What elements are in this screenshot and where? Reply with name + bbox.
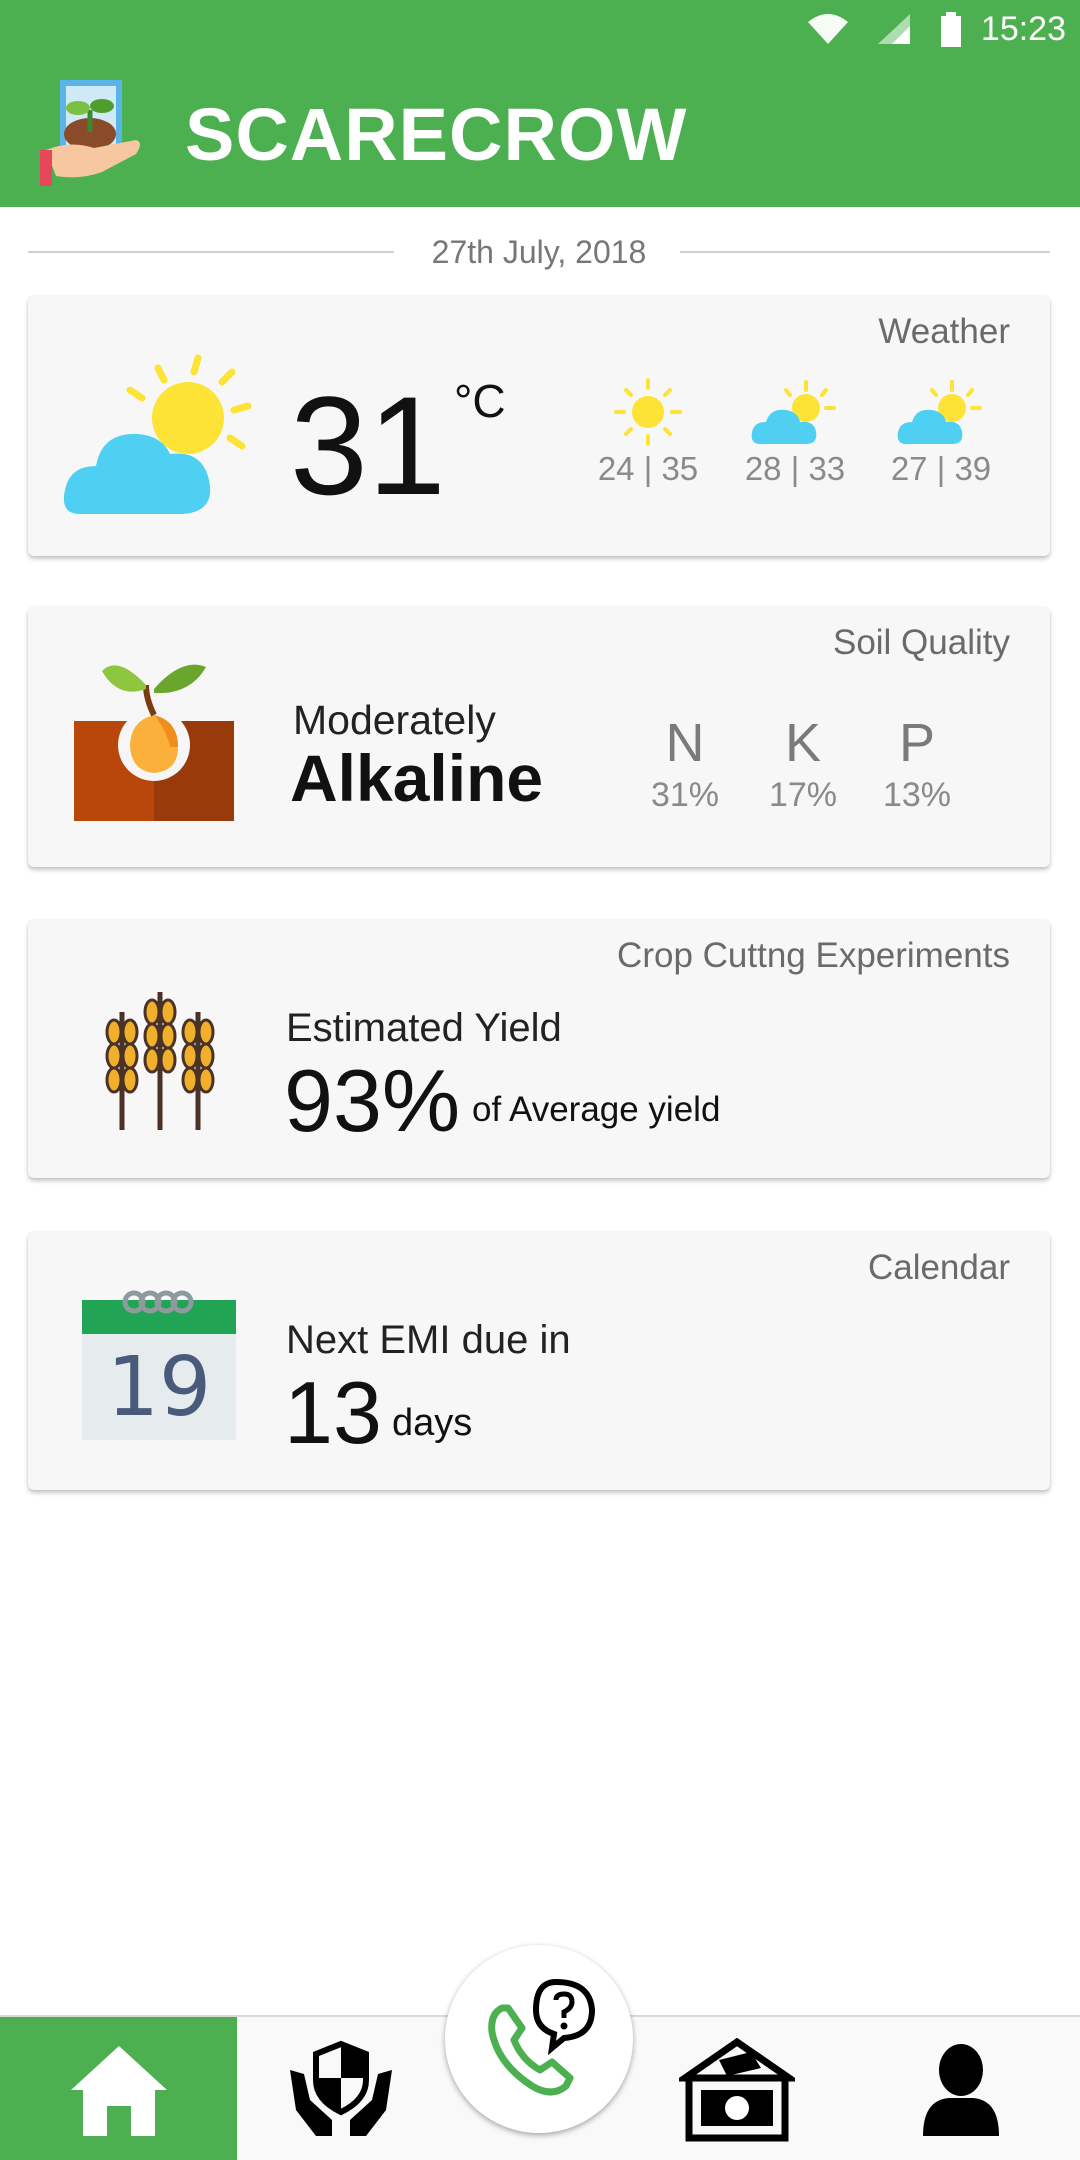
weather-cloud-sun-icon bbox=[63, 354, 252, 514]
calendar-card-title: Calendar bbox=[867, 1248, 1010, 1287]
battery-icon bbox=[941, 12, 961, 47]
sun-icon bbox=[614, 378, 682, 446]
app-title: SCARECROW bbox=[185, 93, 688, 176]
profile-icon bbox=[922, 2043, 999, 2136]
nutrient-k: K 17% bbox=[748, 712, 858, 815]
sprout-soil-icon bbox=[74, 664, 234, 821]
nav-profile[interactable] bbox=[841, 2017, 1080, 2160]
partly-cloudy-icon bbox=[897, 380, 982, 444]
wifi-icon bbox=[808, 14, 848, 44]
nav-insurance[interactable] bbox=[237, 2017, 445, 2160]
app-logo-icon bbox=[40, 80, 140, 186]
forecast-day-3[interactable]: 27 | 39 bbox=[876, 378, 1006, 488]
calendar-day-number: 19 bbox=[106, 1340, 212, 1435]
soil-type-value: Alkaline bbox=[290, 741, 544, 815]
nutrient-letter: K bbox=[784, 713, 822, 773]
app-bar: 15:23 SCARECROW bbox=[0, 0, 1080, 207]
next-emi-days-suffix: days bbox=[392, 1402, 473, 1444]
nutrient-letter: P bbox=[898, 713, 936, 773]
estimated-yield-label: Estimated Yield bbox=[286, 1006, 562, 1050]
estimated-yield-suffix: of Average yield bbox=[472, 1090, 721, 1129]
nav-home[interactable] bbox=[0, 2017, 237, 2160]
soil-quality-card[interactable]: Soil Quality Moderately Alkaline N 31% K… bbox=[28, 607, 1050, 867]
status-time: 15:23 bbox=[980, 10, 1066, 48]
nav-money[interactable] bbox=[633, 2017, 841, 2160]
partly-cloudy-icon bbox=[751, 380, 836, 444]
next-emi-label: Next EMI due in bbox=[286, 1318, 571, 1362]
date-label: 27th July, 2018 bbox=[431, 234, 647, 270]
crop-card-title: Crop Cuttng Experiments bbox=[617, 936, 1010, 975]
status-bar: 15:23 bbox=[0, 0, 1080, 63]
nutrient-p: P 13% bbox=[862, 712, 972, 815]
forecast-day-1[interactable]: 24 | 35 bbox=[583, 378, 713, 488]
money-icon bbox=[679, 2037, 795, 2141]
weather-card-title: Weather bbox=[878, 312, 1010, 351]
calendar-card[interactable]: Calendar 19 Next EMI due in 13 days bbox=[28, 1232, 1050, 1490]
nutrient-value: 31% bbox=[650, 776, 720, 814]
crop-cutting-card[interactable]: Crop Cuttng Experiments Estimated Yield … bbox=[28, 920, 1050, 1178]
insurance-icon bbox=[290, 2040, 392, 2136]
wheat-icon bbox=[105, 992, 215, 1130]
calendar-icon: 19 bbox=[82, 1282, 236, 1440]
estimated-yield-value: 93% bbox=[284, 1051, 461, 1150]
nutrient-value: 13% bbox=[882, 776, 952, 814]
next-emi-days-value: 13 bbox=[284, 1363, 382, 1462]
weather-card[interactable]: Weather 31 °C 24 | 35 28 | 33 27 | 39 bbox=[28, 296, 1050, 556]
signal-icon bbox=[878, 14, 910, 44]
soil-card-title: Soil Quality bbox=[832, 623, 1010, 662]
temperature-value: 31 bbox=[290, 367, 446, 524]
help-call-icon bbox=[488, 1978, 596, 2096]
nutrient-n: N 31% bbox=[630, 712, 740, 815]
forecast-range-2: 28 | 33 bbox=[744, 450, 846, 487]
nutrient-letter: N bbox=[665, 713, 705, 773]
soil-level-label: Moderately bbox=[293, 697, 496, 743]
forecast-range-1: 24 | 35 bbox=[597, 450, 699, 487]
forecast-day-2[interactable]: 28 | 33 bbox=[730, 378, 860, 488]
forecast-range-3: 27 | 39 bbox=[890, 450, 992, 487]
temperature-unit: °C bbox=[454, 375, 506, 427]
date-divider: 27th July, 2018 bbox=[28, 230, 1050, 274]
help-call-button[interactable] bbox=[445, 1945, 633, 2133]
nutrient-value: 17% bbox=[768, 776, 838, 814]
home-icon bbox=[70, 2045, 167, 2136]
